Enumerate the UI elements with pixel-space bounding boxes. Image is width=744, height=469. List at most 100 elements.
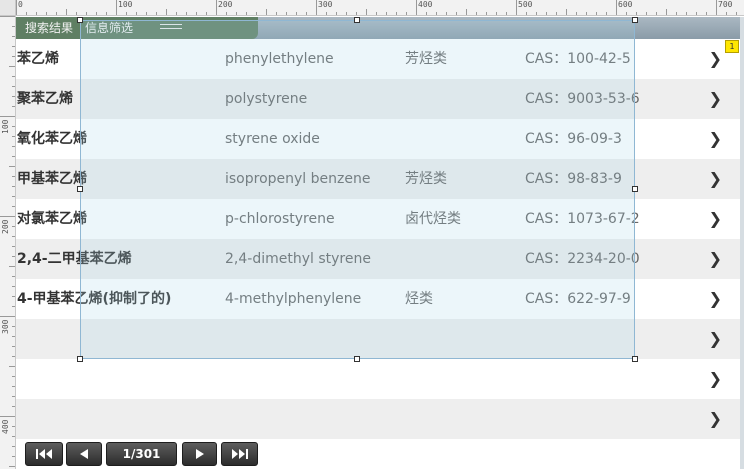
ruler-tick bbox=[516, 0, 517, 15]
compound-name: 氧化苯乙烯 bbox=[17, 131, 87, 147]
ruler-tick bbox=[546, 12, 547, 15]
chevron-right-icon[interactable]: ❯ bbox=[709, 39, 722, 79]
compound-name: 对氯苯乙烯 bbox=[17, 211, 87, 227]
ruler-tick bbox=[426, 12, 427, 15]
tab-search-results[interactable]: 搜索结果 bbox=[25, 20, 73, 36]
chevron-right-icon[interactable]: ❯ bbox=[709, 319, 722, 359]
ruler-label: 400 bbox=[1, 419, 10, 434]
compound-name: 2,4-二甲基苯乙烯 bbox=[17, 251, 132, 267]
list-item[interactable]: ❯ bbox=[16, 399, 744, 439]
chevron-right-icon[interactable]: ❯ bbox=[709, 399, 722, 439]
resize-handle[interactable] bbox=[77, 186, 83, 192]
english-name: p-chlorostyrene bbox=[225, 211, 335, 227]
ruler-tick bbox=[166, 9, 167, 15]
ruler-tick bbox=[456, 12, 457, 15]
notification-badge: 1 bbox=[725, 40, 739, 53]
list-item[interactable]: 聚苯乙烯 polystyrene CAS：9003-53-6 ❯ bbox=[16, 79, 744, 119]
ruler-tick bbox=[12, 256, 15, 257]
resize-handle[interactable] bbox=[77, 17, 83, 23]
ruler-tick bbox=[186, 12, 187, 15]
ruler-tick bbox=[12, 136, 15, 137]
compound-name: 4-甲基苯乙烯(抑制了的) bbox=[17, 291, 172, 307]
chevron-right-icon[interactable]: ❯ bbox=[709, 359, 722, 399]
ruler-tick bbox=[146, 12, 147, 15]
ruler-tick bbox=[666, 9, 667, 15]
last-page-button[interactable] bbox=[221, 442, 258, 466]
list-item[interactable]: ❯ bbox=[16, 359, 744, 399]
ruler-tick bbox=[326, 12, 327, 15]
ruler-tick bbox=[46, 12, 47, 15]
ruler-label: 300 bbox=[1, 319, 10, 334]
ruler-tick bbox=[386, 12, 387, 15]
ruler-tick bbox=[506, 12, 507, 15]
ruler-tick bbox=[676, 12, 677, 15]
chevron-right-icon[interactable]: ❯ bbox=[709, 159, 722, 199]
ruler-tick bbox=[12, 296, 15, 297]
tab-info-filter[interactable]: 信息筛选 bbox=[85, 20, 133, 36]
ruler-tick bbox=[376, 12, 377, 15]
chevron-right-icon[interactable]: ❯ bbox=[709, 279, 722, 319]
list-item[interactable]: 对氯苯乙烯 p-chlorostyrene 卤代烃类 CAS：1073-67-2… bbox=[16, 199, 744, 239]
ruler-tick bbox=[12, 146, 15, 147]
page-indicator[interactable]: 1/301 bbox=[106, 442, 177, 466]
ruler-label: 100 bbox=[1, 119, 10, 134]
ruler-tick bbox=[9, 166, 15, 167]
ruler-tick bbox=[26, 12, 27, 15]
ruler-tick bbox=[536, 12, 537, 15]
chevron-right-icon[interactable]: ❯ bbox=[709, 119, 722, 159]
ruler-tick bbox=[336, 12, 337, 15]
english-name: 2,4-dimethyl styrene bbox=[225, 251, 371, 267]
resize-handle[interactable] bbox=[632, 186, 638, 192]
vertical-scrollbar[interactable] bbox=[740, 17, 744, 469]
ruler-tick bbox=[396, 12, 397, 15]
ruler-label: 200 bbox=[1, 219, 10, 234]
ruler-tick bbox=[12, 346, 15, 347]
ruler-tick bbox=[9, 366, 15, 367]
ruler-tick bbox=[12, 386, 15, 387]
ruler-tick bbox=[96, 12, 97, 15]
ruler-tick bbox=[616, 0, 617, 15]
previous-page-button[interactable] bbox=[66, 442, 102, 466]
next-page-button[interactable] bbox=[182, 442, 217, 466]
ruler-tick bbox=[12, 286, 15, 287]
ruler-tick bbox=[0, 216, 15, 217]
resize-handle[interactable] bbox=[354, 17, 360, 23]
ruler-tick bbox=[346, 12, 347, 15]
ruler-label: 500 bbox=[518, 0, 533, 9]
ruler-tick bbox=[12, 446, 15, 447]
first-page-button[interactable] bbox=[25, 442, 63, 466]
horizontal-ruler: 0 100 200 300 400 500 600 700 bbox=[0, 0, 744, 16]
ruler-tick bbox=[12, 56, 15, 57]
resize-handle[interactable] bbox=[632, 356, 638, 362]
ruler-label: 0 bbox=[18, 0, 23, 9]
ruler-label: 300 bbox=[318, 0, 333, 9]
list-item[interactable]: 甲基苯乙烯 isopropenyl benzene 芳烃类 CAS：98-83-… bbox=[16, 159, 744, 199]
list-item[interactable]: 氧化苯乙烯 styrene oxide CAS：96-09-3 ❯ bbox=[16, 119, 744, 159]
chevron-right-icon[interactable]: ❯ bbox=[709, 199, 722, 239]
ruler-tick bbox=[12, 226, 15, 227]
ruler-tick bbox=[12, 276, 15, 277]
list-item[interactable]: ❯ bbox=[16, 319, 744, 359]
ruler-tick bbox=[12, 436, 15, 437]
compound-name: 苯乙烯 bbox=[17, 51, 59, 67]
hamburger-icon[interactable] bbox=[160, 24, 182, 32]
list-item[interactable]: 4-甲基苯乙烯(抑制了的) 4-methylphenylene 烃类 CAS：6… bbox=[16, 279, 744, 319]
chevron-right-icon[interactable]: ❯ bbox=[709, 79, 722, 119]
ruler-tick bbox=[256, 12, 257, 15]
ruler-tick bbox=[706, 12, 707, 15]
chevron-right-icon[interactable]: ❯ bbox=[709, 239, 722, 279]
resize-handle[interactable] bbox=[632, 17, 638, 23]
ruler-tick bbox=[716, 0, 717, 15]
ruler-tick bbox=[606, 12, 607, 15]
resize-handle[interactable] bbox=[354, 356, 360, 362]
compound-category: 烃类 bbox=[405, 291, 433, 307]
ruler-tick bbox=[216, 0, 217, 15]
resize-handle[interactable] bbox=[77, 356, 83, 362]
list-item[interactable]: 苯乙烯 phenylethylene 芳烃类 CAS：100-42-5 ❯ bbox=[16, 39, 744, 79]
ruler-tick bbox=[156, 12, 157, 15]
ruler-tick bbox=[466, 9, 467, 15]
list-item[interactable]: 2,4-二甲基苯乙烯 2,4-dimethyl styrene CAS：2234… bbox=[16, 239, 744, 279]
cas-number: CAS：98-83-9 bbox=[525, 171, 622, 187]
ruler-tick bbox=[12, 86, 15, 87]
ruler-tick bbox=[12, 36, 15, 37]
